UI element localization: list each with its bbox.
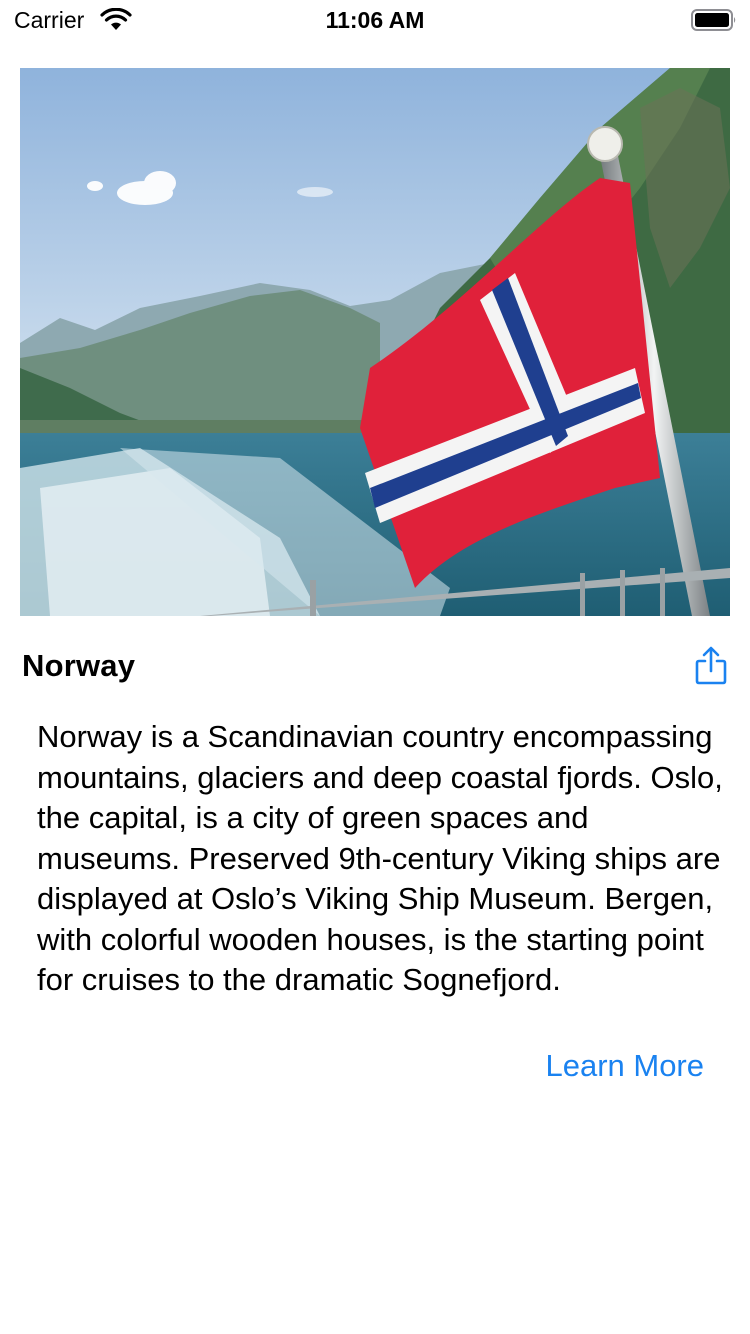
battery-icon <box>691 9 737 31</box>
status-bar: Carrier 11:06 AM <box>0 0 750 40</box>
card-title: Norway <box>22 648 136 683</box>
hero-image <box>20 68 730 616</box>
card-description: Norway is a Scandinavian country encompa… <box>37 719 723 997</box>
share-icon <box>695 646 727 685</box>
status-time: 11:06 AM <box>325 7 425 33</box>
share-button[interactable] <box>693 644 729 688</box>
learn-more-button[interactable]: Learn More <box>545 1048 704 1084</box>
